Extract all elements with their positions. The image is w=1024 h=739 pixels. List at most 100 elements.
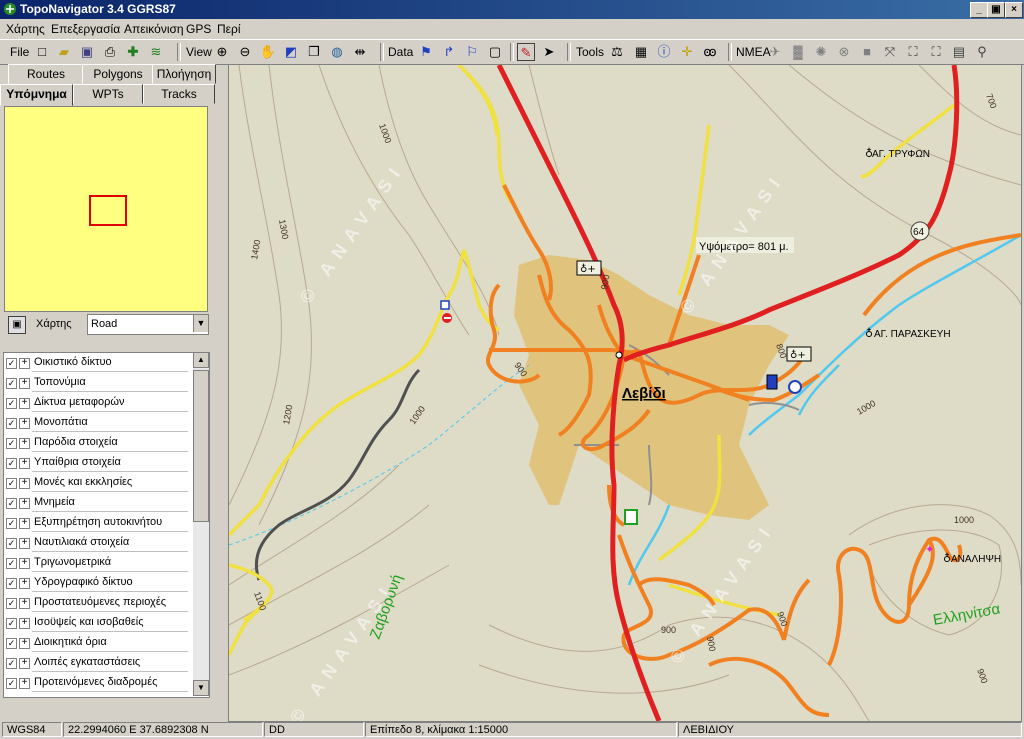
- layer-item[interactable]: ✓ + Δίκτυα μεταφορών: [4, 393, 194, 413]
- scroll-thumb[interactable]: [193, 370, 209, 522]
- copy-map-icon[interactable]: ❐: [305, 43, 323, 61]
- route-icon[interactable]: ↱: [440, 43, 458, 61]
- stop-icon[interactable]: ⊗: [835, 43, 853, 61]
- expand-plus-icon[interactable]: +: [19, 498, 30, 509]
- overview-map[interactable]: [4, 106, 208, 312]
- checkbox-checked-icon[interactable]: ✓: [6, 638, 17, 649]
- checkbox-checked-icon[interactable]: ✓: [6, 538, 17, 549]
- checkbox-checked-icon[interactable]: ✓: [6, 658, 17, 669]
- search-icon[interactable]: ⚲: [973, 43, 991, 61]
- menu-gps[interactable]: GPS: [186, 22, 211, 36]
- zoom-window-icon[interactable]: ◩: [282, 43, 300, 61]
- checkbox-checked-icon[interactable]: ✓: [6, 678, 17, 689]
- expand-plus-icon[interactable]: +: [19, 598, 30, 609]
- checkbox-checked-icon[interactable]: ✓: [6, 558, 17, 569]
- save-map-icon[interactable]: ▣: [8, 316, 26, 334]
- map-selector-dropdown[interactable]: Road ▼: [87, 314, 209, 335]
- layers-icon[interactable]: ≋: [147, 43, 165, 61]
- satellite-icon[interactable]: ✈: [766, 43, 784, 61]
- open-folder-icon[interactable]: ▰: [55, 43, 73, 61]
- expand-plus-icon[interactable]: +: [19, 418, 30, 429]
- layer-item[interactable]: ✓ + Διοικητικά όρια: [4, 633, 194, 653]
- map-canvas[interactable]: Λεβίδι Υψόμετρο= 801 μ. ΑΓ. ΤΡΥΦΩΝ ΑΓ. Π…: [229, 65, 1021, 721]
- checkbox-checked-icon[interactable]: ✓: [6, 518, 17, 529]
- fullscreen-icon[interactable]: ⛶: [927, 43, 945, 61]
- add-icon[interactable]: ✚: [124, 43, 142, 61]
- expand-plus-icon[interactable]: +: [19, 458, 30, 469]
- expand-plus-icon[interactable]: +: [19, 578, 30, 589]
- expand-plus-icon[interactable]: +: [19, 438, 30, 449]
- new-file-icon[interactable]: □: [33, 43, 51, 61]
- gps-signal-icon[interactable]: ✺: [812, 43, 830, 61]
- layer-item[interactable]: ✓ + Οικιστικό δίκτυο: [4, 353, 194, 373]
- layer-item[interactable]: ✓ + Ισοϋψείς και ισοβαθείς: [4, 613, 194, 633]
- expand-plus-icon[interactable]: +: [19, 378, 30, 389]
- checkbox-checked-icon[interactable]: ✓: [6, 438, 17, 449]
- expand-plus-icon[interactable]: +: [19, 518, 30, 529]
- close-button[interactable]: ×: [1005, 2, 1023, 18]
- gps-connect-icon[interactable]: ▓: [789, 43, 807, 61]
- save-icon[interactable]: ▣: [78, 43, 96, 61]
- checkbox-checked-icon[interactable]: ✓: [6, 358, 17, 369]
- chevron-down-icon[interactable]: ▼: [193, 315, 208, 332]
- checkbox-checked-icon[interactable]: ✓: [6, 578, 17, 589]
- zoom-in-icon[interactable]: ⊕: [213, 43, 231, 61]
- fit-icon[interactable]: ⤧: [881, 43, 899, 61]
- layer-item[interactable]: ✓ + Προτεινόμενες διαδρομές: [4, 673, 194, 693]
- layer-list-scrollbar[interactable]: ▲ ▼: [193, 352, 209, 696]
- checkbox-checked-icon[interactable]: ✓: [6, 598, 17, 609]
- crosshair-icon[interactable]: ✛: [678, 43, 696, 61]
- gps-box-icon[interactable]: ■: [858, 43, 876, 61]
- expand-plus-icon[interactable]: +: [19, 538, 30, 549]
- compass-icon[interactable]: ⚖: [608, 43, 626, 61]
- layer-item[interactable]: ✓ + Μονές και εκκλησίες: [4, 473, 194, 493]
- expand-plus-icon[interactable]: +: [19, 558, 30, 569]
- grid-icon[interactable]: ▦: [632, 43, 650, 61]
- checkbox-checked-icon[interactable]: ✓: [6, 618, 17, 629]
- layer-item[interactable]: ✓ + Τοπονύμια: [4, 373, 194, 393]
- expand-plus-icon[interactable]: +: [19, 638, 30, 649]
- tab-tracks[interactable]: Tracks: [143, 84, 215, 104]
- globe-icon[interactable]: ◍: [328, 43, 346, 61]
- layer-item[interactable]: ✓ + Μονοπάτια: [4, 413, 194, 433]
- tab-routes[interactable]: Routes: [8, 64, 84, 84]
- tab-polygons[interactable]: Polygons: [82, 64, 154, 84]
- expand-icon[interactable]: ⛶: [904, 43, 922, 61]
- map-view[interactable]: Λεβίδι Υψόμετρο= 801 μ. ΑΓ. ΤΡΥΦΩΝ ΑΓ. Π…: [228, 64, 1022, 722]
- layer-item[interactable]: ✓ + Μνημεία: [4, 493, 194, 513]
- scroll-up-icon[interactable]: ▲: [193, 352, 209, 368]
- layer-item[interactable]: ✓ + Υπαίθρια στοιχεία: [4, 453, 194, 473]
- print-icon[interactable]: ⎙: [101, 43, 119, 61]
- checkbox-checked-icon[interactable]: ✓: [6, 418, 17, 429]
- checkbox-checked-icon[interactable]: ✓: [6, 398, 17, 409]
- checkbox-checked-icon[interactable]: ✓: [6, 498, 17, 509]
- menu-view[interactable]: Απεικόνιση: [124, 22, 184, 36]
- polygon-icon[interactable]: ▢: [486, 43, 504, 61]
- zoom-out-icon[interactable]: ⊖: [236, 43, 254, 61]
- binoculars-icon[interactable]: ꙭ: [701, 43, 719, 61]
- menu-about[interactable]: Περί: [217, 22, 241, 36]
- checkbox-checked-icon[interactable]: ✓: [6, 458, 17, 469]
- layer-item[interactable]: ✓ + Τριγωνομετρικά: [4, 553, 194, 573]
- expand-plus-icon[interactable]: +: [19, 678, 30, 689]
- layer-item[interactable]: ✓ + Ναυτιλιακά στοιχεία: [4, 533, 194, 553]
- scroll-down-icon[interactable]: ▼: [193, 680, 209, 696]
- expand-plus-icon[interactable]: +: [19, 478, 30, 489]
- track-icon[interactable]: ⚐: [463, 43, 481, 61]
- expand-plus-icon[interactable]: +: [19, 618, 30, 629]
- properties-icon[interactable]: ▤: [950, 43, 968, 61]
- menu-map[interactable]: Χάρτης: [6, 22, 45, 36]
- pan-hand-icon[interactable]: ✋: [259, 43, 277, 61]
- expand-plus-icon[interactable]: +: [19, 358, 30, 369]
- select-arrow-icon[interactable]: ➤: [540, 43, 558, 61]
- layer-item[interactable]: ✓ + Λοιπές εγκαταστάσεις: [4, 653, 194, 673]
- tab-navigation[interactable]: Πλοήγηση: [152, 64, 216, 84]
- draw-pencil-icon[interactable]: ✎: [517, 43, 535, 61]
- expand-plus-icon[interactable]: +: [19, 398, 30, 409]
- minimize-button[interactable]: _: [970, 2, 988, 18]
- checkbox-checked-icon[interactable]: ✓: [6, 378, 17, 389]
- expand-plus-icon[interactable]: +: [19, 658, 30, 669]
- maximize-button[interactable]: ▣: [987, 2, 1005, 18]
- overview-viewport-rect[interactable]: [89, 195, 127, 226]
- layer-item[interactable]: ✓ + Εξυπηρέτηση αυτοκινήτου: [4, 513, 194, 533]
